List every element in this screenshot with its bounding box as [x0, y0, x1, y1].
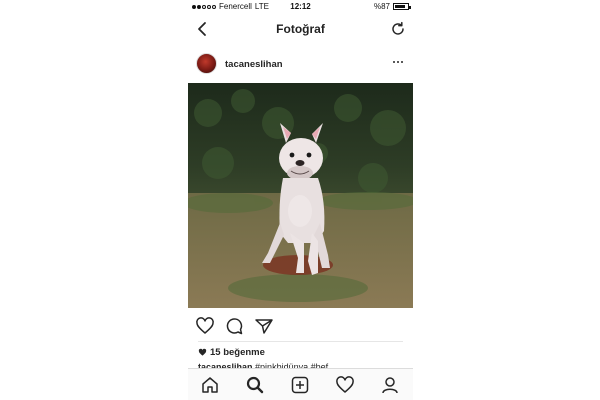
post-header: tacaneslihan [188, 49, 413, 79]
more-horizontal-icon [392, 60, 396, 64]
profile-icon [382, 377, 398, 394]
tab-activity[interactable] [335, 375, 355, 395]
post-actions [188, 313, 413, 337]
page-title: Fotoğraf [276, 22, 325, 36]
comment-button[interactable] [224, 316, 244, 336]
comment-icon [226, 318, 243, 335]
share-button[interactable] [254, 316, 274, 336]
add-icon [291, 376, 309, 394]
battery-percent: %87 [373, 2, 390, 11]
status-right: %87 [373, 2, 411, 11]
tab-search[interactable] [245, 375, 265, 395]
avatar[interactable] [196, 53, 217, 74]
search-icon [246, 376, 264, 394]
refresh-button[interactable] [389, 20, 407, 38]
more-options-button[interactable] [391, 55, 405, 69]
post-username[interactable]: tacaneslihan [225, 59, 283, 70]
post-photo[interactable] [188, 83, 413, 308]
divider [198, 341, 403, 342]
heart-filled-icon [198, 348, 207, 356]
refresh-icon [392, 21, 404, 35]
likes-text: 15 beğenme [210, 347, 265, 358]
tab-bar [188, 368, 413, 400]
home-icon [202, 377, 218, 393]
phone-screen: Fenercell LTE 12:12 %87 Fotoğraf tacanes… [188, 0, 413, 400]
share-icon [255, 319, 273, 334]
heart-icon [196, 317, 214, 334]
status-bar: Fenercell LTE 12:12 %87 [188, 0, 413, 14]
navigation-bar: Fotoğraf [188, 14, 413, 44]
tab-profile[interactable] [380, 375, 400, 395]
activity-icon [336, 376, 354, 393]
tab-home[interactable] [200, 375, 220, 395]
french-bulldog-photo [188, 83, 413, 308]
likes-count[interactable]: 15 beğenme [198, 347, 265, 358]
like-button[interactable] [195, 316, 215, 336]
tab-add[interactable] [290, 375, 310, 395]
battery-icon [393, 3, 411, 10]
